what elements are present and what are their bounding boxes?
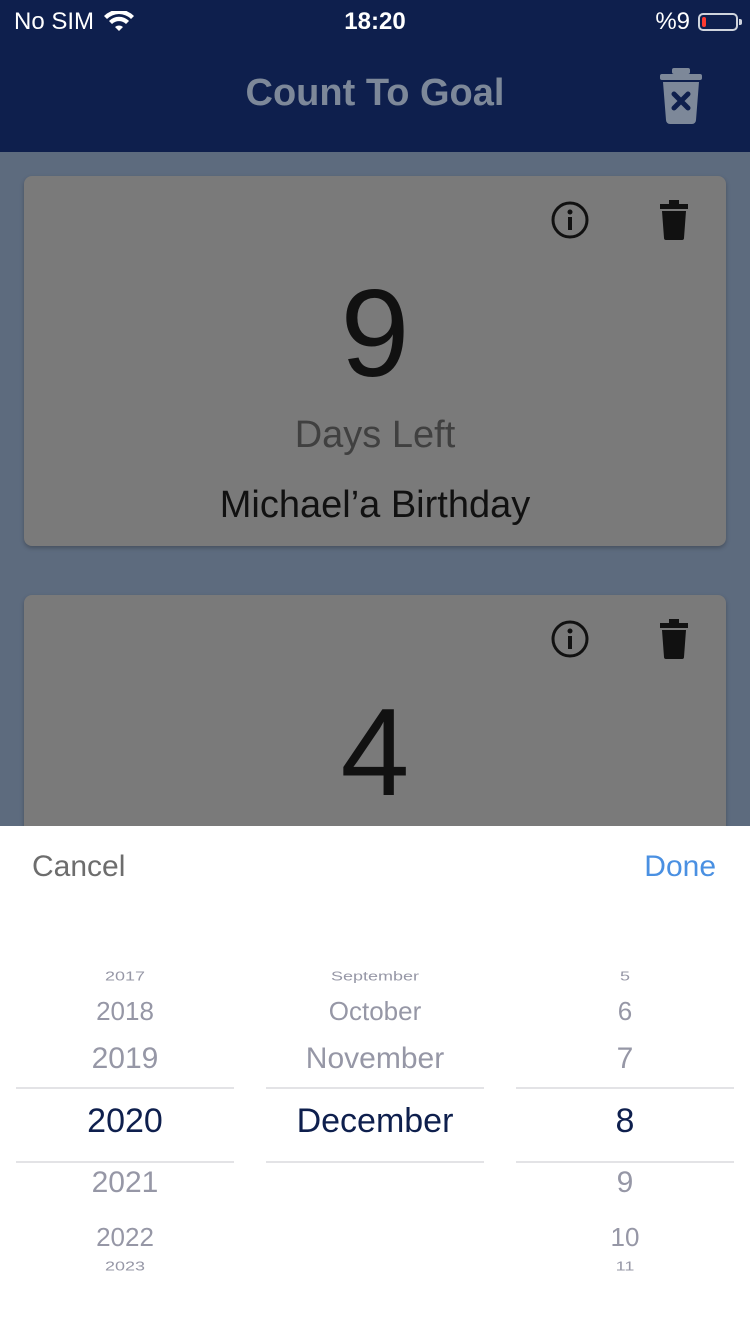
picker-option[interactable]: 2018 xyxy=(16,996,234,1027)
date-picker-sheet: Cancel Done 2017 2018 2019 2020 2021 202… xyxy=(0,826,750,1334)
picker-option[interactable]: 2022 xyxy=(16,1222,234,1253)
days-left-label: Days Left xyxy=(294,414,456,456)
picker-option[interactable]: 6 xyxy=(516,996,734,1027)
days-count: 9 xyxy=(340,265,410,403)
info-icon[interactable] xyxy=(550,200,590,240)
status-right: %9 xyxy=(655,8,742,36)
picker-option[interactable]: October xyxy=(266,996,484,1027)
trash-icon[interactable] xyxy=(660,619,688,659)
picker-option[interactable]: 9 xyxy=(516,1166,734,1200)
cancel-button[interactable]: Cancel xyxy=(32,850,125,884)
picker-option[interactable]: 2017 xyxy=(16,969,234,984)
status-time: 18:20 xyxy=(344,8,406,35)
battery-icon xyxy=(698,13,742,31)
picker-option[interactable]: 11 xyxy=(516,1259,734,1274)
year-wheel[interactable]: 2017 2018 2019 2020 2021 2022 2023 xyxy=(16,956,234,1286)
picker-selected-year[interactable]: 2020 xyxy=(16,1102,234,1141)
days-count: 4 xyxy=(340,684,410,822)
picker-selected-month[interactable]: December xyxy=(266,1102,484,1141)
goal-list: 9 Days Left Michael’a Birthday 4 xyxy=(0,152,750,827)
picker-option[interactable]: September xyxy=(266,969,484,984)
picker-option[interactable]: 2023 xyxy=(16,1259,234,1274)
status-bar: No SIM 18:20 %9 xyxy=(0,0,750,44)
picker-option[interactable]: 2021 xyxy=(16,1166,234,1200)
month-wheel[interactable]: September October November December xyxy=(266,956,484,1286)
nav-bar: Count To Goal xyxy=(0,44,750,152)
info-icon[interactable] xyxy=(550,619,590,659)
trash-delete-all-icon[interactable] xyxy=(658,68,704,124)
picker-option[interactable]: 10 xyxy=(516,1222,734,1253)
page-title: Count To Goal xyxy=(245,72,505,114)
picker-option[interactable]: 2019 xyxy=(16,1042,234,1076)
trash-icon[interactable] xyxy=(660,200,688,240)
goal-card[interactable]: 4 xyxy=(24,595,726,827)
battery-percent: %9 xyxy=(655,8,690,35)
day-wheel[interactable]: 5 6 7 8 9 10 11 xyxy=(516,956,734,1286)
picker-option[interactable]: 7 xyxy=(516,1042,734,1076)
goal-card[interactable]: 9 Days Left Michael’a Birthday xyxy=(24,176,726,546)
picker-option[interactable]: November xyxy=(266,1042,484,1076)
picker-option[interactable]: 5 xyxy=(516,969,734,984)
picker-selected-day[interactable]: 8 xyxy=(516,1102,734,1141)
done-button[interactable]: Done xyxy=(644,850,716,884)
goal-name: Michael’a Birthday xyxy=(219,484,531,526)
